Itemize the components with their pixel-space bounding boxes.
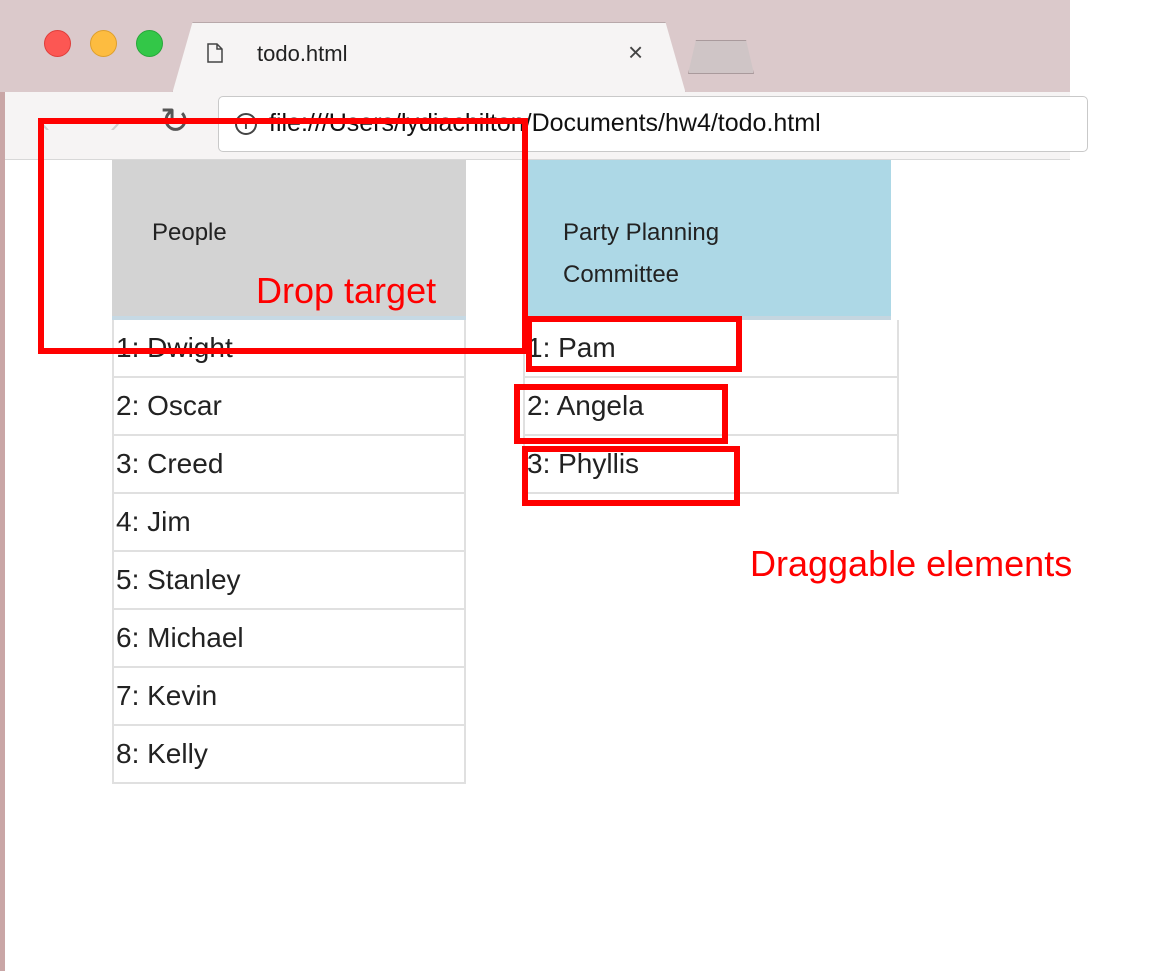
drop-target-highlight (38, 118, 528, 354)
committee-title-line2: Committee (563, 261, 680, 288)
draggable-highlight-pam (526, 316, 742, 372)
tab-title: todo.html (257, 41, 348, 66)
list-item[interactable]: 6: Michael (112, 610, 466, 668)
list-item[interactable]: 7: Kevin (112, 668, 466, 726)
committee-header[interactable]: Party Planning Committee (523, 160, 891, 320)
draggable-elements-label: Draggable elements (750, 543, 1073, 584)
window-close-button[interactable] (44, 30, 71, 57)
drop-target-label: Drop target (256, 270, 437, 311)
list-item[interactable]: 2: Oscar (112, 378, 466, 436)
document-icon (207, 43, 223, 63)
window-minimize-button[interactable] (90, 30, 117, 57)
committee-title-line1: Party Planning (563, 219, 720, 246)
window-edge (0, 92, 5, 971)
list-item[interactable]: 8: Kelly (112, 726, 466, 784)
window-zoom-button[interactable] (136, 30, 163, 57)
new-tab-button[interactable] (688, 40, 754, 74)
list-item[interactable]: 4: Jim (112, 494, 466, 552)
browser-tab[interactable]: todo.html × (172, 22, 686, 94)
tab-close-icon[interactable]: × (628, 39, 643, 65)
draggable-highlight-angela (514, 384, 728, 444)
list-item[interactable]: 5: Stanley (112, 552, 466, 610)
draggable-highlight-phyllis (522, 446, 740, 506)
window-titlebar: todo.html × (0, 0, 1070, 94)
list-item[interactable]: 3: Creed (112, 436, 466, 494)
